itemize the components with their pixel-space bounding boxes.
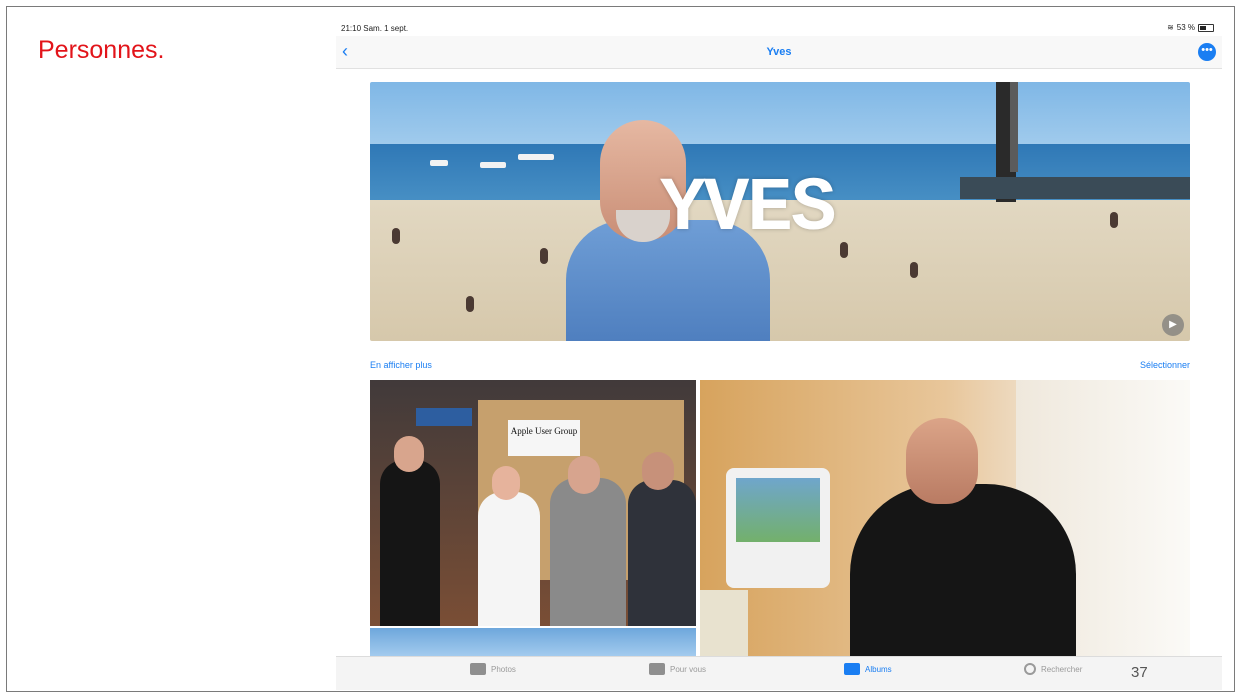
person-figure [850,484,1076,656]
person-head [492,466,520,500]
albums-icon [844,663,860,675]
booth-sign: Apple User Group [508,420,580,456]
person-head [568,456,600,494]
tab-rechercher[interactable]: Rechercher [1024,663,1082,675]
ipad-screen: 21:10 Sam. 1 sept. ≋ 53 % ‹ Yves ••• YVE… [336,18,1222,690]
slide-title: Personnes. [38,36,165,64]
photo-thumbnail-partial[interactable] [370,628,696,658]
photos-icon [470,663,486,675]
tab-pour-vous[interactable]: Pour vous [649,663,706,675]
boat [430,160,448,166]
slide-number: 37 [1131,664,1148,681]
person-head [906,418,978,504]
status-time: 21:10 Sam. 1 sept. [341,24,409,33]
person-figure [380,460,440,626]
album-title: Yves [766,46,792,58]
boat [518,154,554,160]
photo-thumbnail-booth[interactable]: Apple User Group [370,380,696,626]
search-icon [1024,663,1036,675]
battery-percentage: 53 % [1176,23,1195,32]
photo-thumbnail-imac[interactable] [700,380,1190,656]
more-options-icon[interactable]: ••• [1198,43,1216,61]
tab-label: Rechercher [1041,664,1083,674]
tab-photos[interactable]: Photos [470,663,516,675]
show-more-link[interactable]: En afficher plus [370,360,432,370]
tab-label: Pour vous [670,664,707,674]
software-box [700,590,748,656]
beachgoer [1110,212,1118,228]
navigation-bar: ‹ Yves ••• [336,36,1222,69]
section-links: En afficher plus Sélectionner [370,360,1190,374]
battery-icon [1198,23,1214,32]
beachgoer [840,242,848,258]
for-you-icon [649,663,665,675]
beachgoer [910,262,918,278]
status-bar: 21:10 Sam. 1 sept. ≋ 53 % [336,18,1222,36]
boat [480,162,506,168]
select-link[interactable]: Sélectionner [1140,360,1190,370]
wifi-icon: ≋ [1167,23,1174,32]
beachgoer [540,248,548,264]
person-head [642,452,674,490]
status-right: ≋ 53 % [1167,23,1214,32]
play-icon[interactable]: ▶ [1162,314,1184,336]
person-figure [478,492,540,626]
beachgoer [392,228,400,244]
hero-overlay-title: YVES [660,166,836,252]
tab-albums[interactable]: Albums [844,663,892,675]
pier-structure [960,177,1190,199]
person-figure [628,480,696,626]
stage-tower-secondary [1010,82,1018,172]
tab-bar: Photos Pour vous Albums Rechercher [336,656,1222,690]
person-head [394,436,424,472]
tab-label: Albums [865,664,892,674]
imac-screen [736,478,820,542]
person-figure [550,478,626,626]
tab-label: Photos [491,664,516,674]
beachgoer [466,296,474,312]
booth-banner [416,408,472,426]
hero-memory-photo[interactable]: YVES ▶ [370,82,1190,341]
